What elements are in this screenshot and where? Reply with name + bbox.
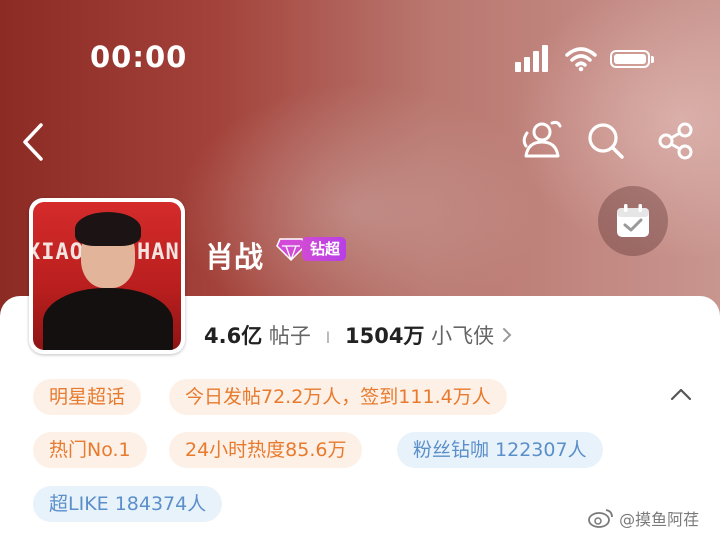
avatar[interactable]: XIAO HAN: [29, 198, 185, 354]
back-arrow-icon[interactable]: [20, 122, 46, 162]
avatar-photo: XIAO HAN: [33, 202, 181, 350]
battery-icon: [610, 50, 654, 68]
posts-count: 4.6亿: [204, 324, 263, 348]
badge-label: 钻超: [302, 237, 347, 261]
avatar-text-right: HAN: [137, 240, 180, 265]
tag-hot-rank[interactable]: 热门No.1: [33, 432, 147, 468]
status-time: 00:00: [90, 40, 188, 74]
chevron-right-icon: [502, 328, 512, 342]
wifi-icon: [565, 47, 597, 72]
signal-icon: [515, 44, 555, 72]
avatar-person-hair: [75, 212, 141, 246]
watermark-text: @摸鱼阿荏: [619, 510, 700, 529]
search-icon[interactable]: [586, 121, 626, 161]
avatar-person-body: [43, 288, 173, 350]
fans-label: 小飞侠: [431, 324, 495, 348]
checkin-button[interactable]: [598, 186, 668, 256]
page-title: 肖战: [205, 240, 264, 274]
weibo-logo-icon: [588, 509, 613, 528]
tag-daily-posts[interactable]: 今日发帖72.2万人，签到111.4万人: [169, 379, 507, 415]
stats-row[interactable]: 4.6亿 帖子 I 1504万 小飞侠: [204, 320, 513, 350]
group-people-icon[interactable]: [520, 118, 564, 160]
calendar-check-icon: [617, 204, 649, 237]
fans-count: 1504万: [344, 324, 425, 348]
avatar-text-left: XIAO: [33, 240, 84, 265]
tag-24h-heat[interactable]: 24小时热度85.6万: [169, 432, 363, 468]
posts-label: 帖子: [268, 324, 311, 348]
super-badge[interactable]: 钻超: [276, 236, 347, 262]
chevron-up-icon[interactable]: [669, 386, 693, 402]
tag-fan-diamond[interactable]: 粉丝钻咖 122307人: [397, 432, 603, 468]
watermark: @摸鱼阿荏: [588, 506, 699, 530]
status-icons: [515, 44, 660, 76]
stats-separator: I: [325, 328, 331, 347]
share-icon[interactable]: [656, 121, 696, 161]
tag-super-like[interactable]: 超LIKE 184374人: [33, 486, 223, 522]
tag-star-super-topic[interactable]: 明星超话: [33, 379, 142, 415]
